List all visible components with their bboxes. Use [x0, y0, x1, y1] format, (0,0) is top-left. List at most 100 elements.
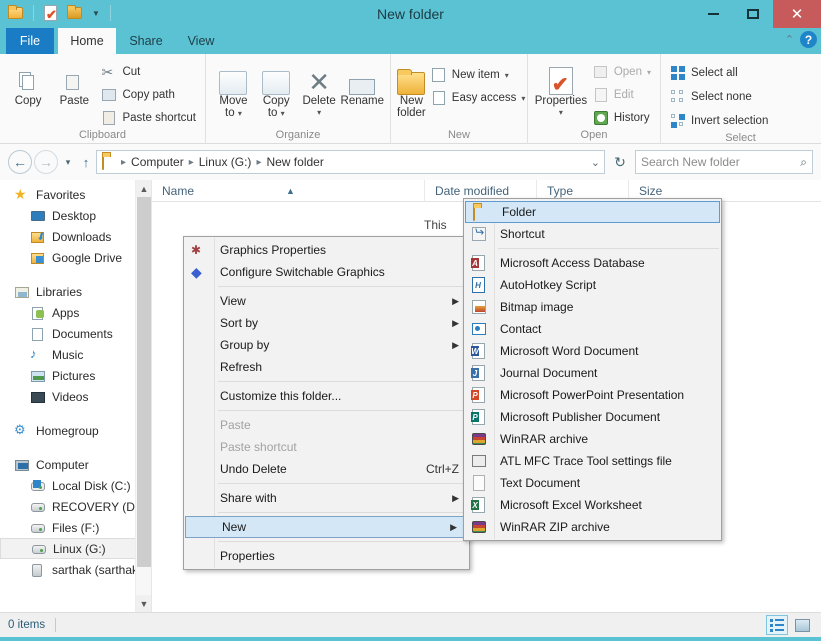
paste-shortcut-button[interactable]: Paste shortcut [98, 108, 199, 128]
recent-locations-button[interactable]: ▾ [60, 150, 76, 174]
rename-button[interactable]: Rename [341, 59, 384, 107]
delete-button[interactable]: ✕ Delete ▾ [298, 59, 341, 119]
breadcrumb-computer[interactable]: Computer [129, 155, 186, 169]
menu-item-refresh[interactable]: Refresh [184, 356, 469, 378]
sidebar-item-sarthak[interactable]: sarthak (sarthak- [0, 559, 151, 580]
select-none-button[interactable]: Select none [667, 87, 771, 107]
properties-quick-icon[interactable] [41, 3, 61, 23]
open-button[interactable]: Open ▾ [590, 62, 654, 82]
menu-item-customize-this-folder[interactable]: Customize this folder... [184, 385, 469, 407]
menu-item-group-by[interactable]: Group by ▶ [184, 334, 469, 356]
sidebar-group-libraries[interactable]: Libraries [0, 281, 151, 302]
back-button[interactable]: ← [8, 150, 32, 174]
menu-item-paste-shortcut[interactable]: Paste shortcut [184, 436, 469, 458]
cut-button[interactable]: ✂ Cut [98, 62, 199, 82]
tab-share[interactable]: Share [118, 28, 174, 54]
sidebar-item-apps[interactable]: Apps [0, 302, 151, 323]
forward-button[interactable]: → [34, 150, 58, 174]
copy-path-button[interactable]: Copy path [98, 85, 199, 105]
sidebar-item-google-drive[interactable]: Google Drive [0, 247, 151, 268]
explorer-folder-icon[interactable] [6, 3, 26, 23]
search-icon[interactable]: ⌕ [800, 155, 807, 170]
submenu-item-folder[interactable]: Folder [465, 201, 720, 223]
submenu-item-word-document[interactable]: W Microsoft Word Document [464, 340, 721, 362]
address-dropdown-icon[interactable]: ⌄ [591, 156, 600, 169]
submenu-item-access-database[interactable]: A Microsoft Access Database [464, 252, 721, 274]
sidebar-item-files-f[interactable]: Files (F:) [0, 517, 151, 538]
history-button[interactable]: History [590, 108, 654, 128]
minimize-button[interactable] [693, 0, 733, 28]
select-all-button[interactable]: Select all [667, 63, 771, 83]
easy-access-button[interactable]: Easy access ▾ [428, 88, 529, 108]
sidebar-item-videos[interactable]: Videos [0, 386, 151, 407]
submenu-item-publisher-document[interactable]: P Microsoft Publisher Document [464, 406, 721, 428]
up-button[interactable]: ↑ [78, 150, 94, 174]
submenu-item-text-document[interactable]: Text Document [464, 472, 721, 494]
move-to-caret-icon[interactable]: ▾ [238, 109, 242, 118]
scrollbar-thumb[interactable] [137, 197, 151, 567]
sidebar-item-music[interactable]: ♪ Music [0, 344, 151, 365]
address-box[interactable]: ▸ Computer ▸ Linux (G:) ▸ New folder ⌄ [96, 150, 605, 174]
tab-home[interactable]: Home [58, 28, 116, 54]
submenu-item-shortcut[interactable]: Shortcut [464, 223, 721, 245]
menu-item-share-with[interactable]: Share with ▶ [184, 487, 469, 509]
menu-item-view[interactable]: View ▶ [184, 290, 469, 312]
scroll-down-button[interactable]: ▼ [136, 595, 151, 612]
open-caret-icon[interactable]: ▾ [647, 68, 651, 77]
submenu-item-excel-worksheet[interactable]: X Microsoft Excel Worksheet [464, 494, 721, 516]
navigation-scrollbar[interactable]: ▲ ▼ [135, 180, 151, 612]
large-icons-view-button[interactable] [791, 615, 813, 635]
new-item-caret-icon[interactable]: ▾ [505, 71, 509, 80]
details-view-button[interactable] [766, 615, 788, 635]
collapse-ribbon-icon[interactable]: ⌃ [785, 33, 794, 46]
sidebar-item-desktop[interactable]: Desktop [0, 205, 151, 226]
breadcrumb-sep-2[interactable]: ▸ [256, 157, 261, 168]
tab-file[interactable]: File [6, 28, 54, 54]
submenu-item-bitmap-image[interactable]: Bitmap image [464, 296, 721, 318]
new-folder-button[interactable]: New folder [397, 59, 426, 119]
submenu-item-contact[interactable]: Contact [464, 318, 721, 340]
breadcrumb-linux-g[interactable]: Linux (G:) [197, 155, 254, 169]
copy-to-caret-icon[interactable]: ▾ [281, 109, 285, 118]
properties-button[interactable]: Properties ▾ [534, 59, 588, 119]
sidebar-item-documents[interactable]: Documents [0, 323, 151, 344]
menu-item-graphics-properties[interactable]: ✱ Graphics Properties [184, 239, 469, 261]
menu-item-properties[interactable]: Properties [184, 545, 469, 567]
submenu-item-powerpoint-presentation[interactable]: P Microsoft PowerPoint Presentation [464, 384, 721, 406]
new-folder-quick-icon[interactable] [65, 3, 85, 23]
menu-item-configure-switchable-graphics[interactable]: ◆ Configure Switchable Graphics [184, 261, 469, 283]
move-to-button[interactable]: Move to ▾ [212, 59, 255, 120]
menu-item-new[interactable]: New ▶ [185, 516, 468, 538]
sidebar-group-computer[interactable]: Computer [0, 454, 151, 475]
copy-button[interactable]: Copy [6, 59, 50, 107]
easy-access-caret-icon[interactable]: ▾ [521, 94, 525, 103]
submenu-item-winrar-archive[interactable]: WinRAR archive [464, 428, 721, 450]
paste-button[interactable]: Paste [52, 59, 96, 107]
sidebar-group-homegroup[interactable]: ⚙ Homegroup [0, 420, 151, 441]
properties-caret-icon[interactable]: ▾ [559, 107, 563, 119]
menu-item-sort-by[interactable]: Sort by ▶ [184, 312, 469, 334]
sidebar-item-downloads[interactable]: ⬇ Downloads [0, 226, 151, 247]
sidebar-item-pictures[interactable]: Pictures [0, 365, 151, 386]
sidebar-item-linux-g[interactable]: Linux (G:) [0, 538, 151, 559]
close-button[interactable]: ✕ [773, 0, 821, 28]
help-icon[interactable]: ? [800, 31, 817, 48]
refresh-button[interactable]: ↻ [607, 154, 633, 171]
invert-selection-button[interactable]: Invert selection [667, 111, 771, 131]
new-item-button[interactable]: New item ▾ [428, 65, 529, 85]
sidebar-group-favorites[interactable]: ★ Favorites [0, 184, 151, 205]
submenu-item-atl-mfc-trace-tool[interactable]: ATL MFC Trace Tool settings file [464, 450, 721, 472]
search-box[interactable]: Search New folder ⌕ [635, 150, 813, 174]
sidebar-item-recovery-d[interactable]: RECOVERY (D:) [0, 496, 151, 517]
submenu-item-winrar-zip-archive[interactable]: WinRAR ZIP archive [464, 516, 721, 538]
maximize-button[interactable] [733, 0, 773, 28]
scroll-up-button[interactable]: ▲ [136, 180, 151, 197]
sidebar-item-local-disk-c[interactable]: Local Disk (C:) [0, 475, 151, 496]
delete-caret-icon[interactable]: ▾ [317, 107, 321, 119]
breadcrumb-new-folder[interactable]: New folder [264, 155, 325, 169]
column-header-name[interactable]: Name ▲ [152, 180, 424, 202]
breadcrumb-sep-1[interactable]: ▸ [189, 157, 194, 168]
submenu-item-journal-document[interactable]: J Journal Document [464, 362, 721, 384]
menu-item-undo-delete[interactable]: Undo Delete Ctrl+Z [184, 458, 469, 480]
copy-to-button[interactable]: Copy to ▾ [255, 59, 298, 120]
